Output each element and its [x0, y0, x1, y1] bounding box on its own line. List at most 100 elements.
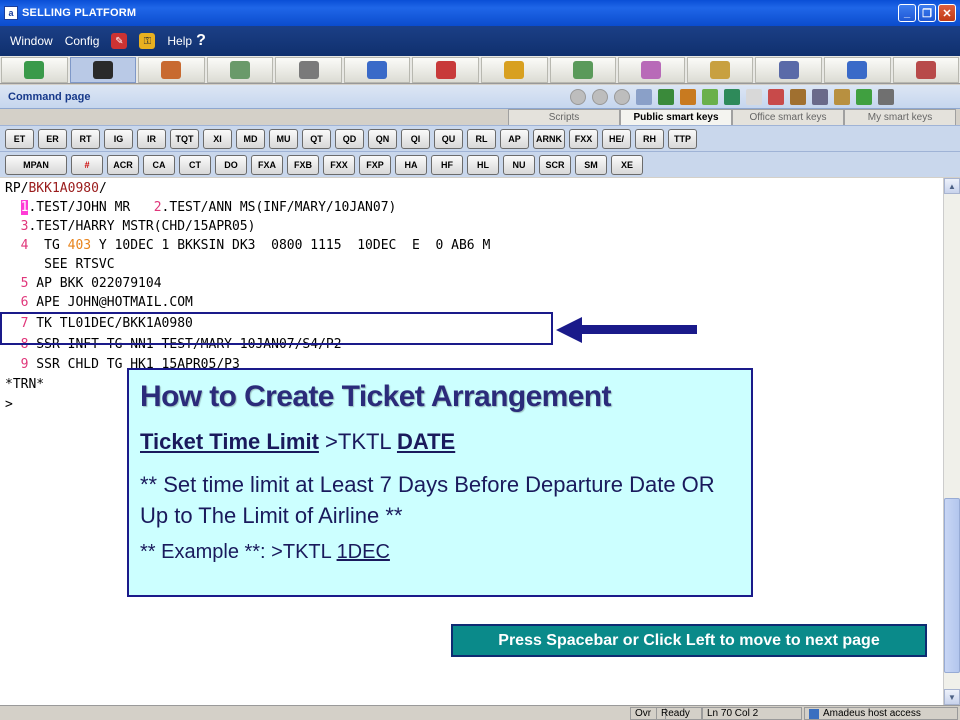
menu-help[interactable]: Help [167, 34, 192, 48]
notes-icon [641, 60, 662, 79]
scroll-down-button[interactable]: ▼ [944, 689, 960, 705]
toolbar-button[interactable] [686, 56, 754, 83]
smart-key-fxp[interactable]: FXP [359, 155, 391, 175]
smart-key-fxx[interactable]: FXX [569, 129, 598, 149]
smart-key-do[interactable]: DO [215, 155, 247, 175]
pen-icon[interactable] [680, 89, 696, 105]
gear-icon [298, 60, 319, 79]
callout-title: How to Create Ticket Arrangement [140, 380, 612, 413]
smart-key-er[interactable]: ER [38, 129, 67, 149]
toolbar-button[interactable] [1, 56, 68, 83]
smart-key-rt[interactable]: RT [71, 129, 100, 149]
terminal-line: SEE RTSVC [5, 257, 115, 272]
smart-key-he[interactable]: HE/ [602, 129, 631, 149]
lock-icon[interactable]: ⚿ [139, 33, 156, 49]
smart-key-fxa[interactable]: FXA [251, 155, 283, 175]
scroll-thumb[interactable] [944, 498, 960, 673]
smart-key-qi[interactable]: QI [401, 129, 430, 149]
smart-key-md[interactable]: MD [236, 129, 265, 149]
close-button[interactable]: ✕ [938, 4, 956, 22]
host-icon [809, 708, 819, 719]
smart-key-hl[interactable]: HL [467, 155, 499, 175]
toolbar-button[interactable] [892, 56, 960, 83]
cube-icon [24, 60, 45, 79]
find-icon[interactable] [768, 89, 784, 105]
toolbar-button[interactable] [549, 56, 617, 83]
highlight-box [0, 312, 553, 345]
minimize-button[interactable]: _ [898, 4, 916, 22]
scroll-up-button[interactable]: ▲ [944, 178, 960, 194]
toolbar-button[interactable] [206, 56, 274, 83]
smart-key-rl[interactable]: RL [467, 129, 496, 149]
smart-key-fxx[interactable]: FXX [323, 155, 355, 175]
help-icon[interactable]: ? [196, 32, 206, 50]
marker-icon[interactable] [856, 89, 872, 105]
toolbar-button[interactable] [823, 56, 891, 83]
title-bar: a SELLING PLATFORM _ ❐ ✕ [0, 0, 960, 26]
smart-key-ha[interactable]: HA [395, 155, 427, 175]
toolbar-button[interactable] [481, 56, 548, 83]
cut-icon[interactable] [790, 89, 806, 105]
smart-key-fxb[interactable]: FXB [287, 155, 319, 175]
smart-key-arnk[interactable]: ARNK [533, 129, 565, 149]
smart-key-acr[interactable]: ACR [107, 155, 139, 175]
menu-config[interactable]: Config [65, 34, 100, 48]
smart-key-ca[interactable]: CA [143, 155, 175, 175]
menu-window[interactable]: Window [10, 34, 53, 48]
toolbar-button[interactable] [275, 56, 342, 83]
smart-key-qu[interactable]: QU [434, 129, 463, 149]
callout-note: ** Set time limit at Least 7 Days Before… [140, 472, 715, 528]
vertical-scrollbar[interactable]: ▲ ▼ [943, 178, 960, 705]
tab-public-smart-keys[interactable]: Public smart keys [620, 109, 732, 125]
paste-icon[interactable] [834, 89, 850, 105]
smart-key-rh[interactable]: RH [635, 129, 664, 149]
smart-key-xi[interactable]: XI [203, 129, 232, 149]
toolbar-button[interactable] [343, 56, 411, 83]
pointer-icon[interactable] [636, 89, 652, 105]
umbrella-icon [504, 60, 525, 79]
smart-key-mu[interactable]: MU [269, 129, 298, 149]
smart-key-hf[interactable]: HF [431, 155, 463, 175]
toolbar-button[interactable] [618, 56, 685, 83]
time-limit-line: Ticket Time Limit >TKTL DATE [140, 429, 456, 454]
next-page-prompt[interactable]: Press Spacebar or Click Left to move to … [451, 624, 927, 657]
smart-key-tqt[interactable]: TQT [170, 129, 199, 149]
smart-key-ct[interactable]: CT [179, 155, 211, 175]
print-icon[interactable] [878, 89, 894, 105]
status-state: Ready [656, 707, 702, 720]
book-icon[interactable] [658, 89, 674, 105]
smart-key-scr[interactable]: SCR [539, 155, 571, 175]
smart-key-ttp[interactable]: TTP [668, 129, 697, 149]
window-title: SELLING PLATFORM [22, 7, 137, 19]
smart-key-et[interactable]: ET [5, 129, 34, 149]
edit-icon[interactable] [702, 89, 718, 105]
play-icon[interactable] [592, 89, 608, 105]
terminal-line: 4 TG 403 Y 10DEC 1 BKKSIN DK3 0800 1115 … [20, 238, 491, 253]
pause-icon[interactable] [570, 89, 586, 105]
tab-scripts[interactable]: Scripts [508, 109, 620, 125]
shortcut-icon[interactable]: ✎ [111, 33, 128, 49]
copy-icon[interactable] [812, 89, 828, 105]
toolbar-button[interactable] [412, 56, 480, 83]
tab-office-smart-keys[interactable]: Office smart keys [732, 109, 844, 125]
smart-key-ig[interactable]: IG [104, 129, 133, 149]
restore-button[interactable]: ❐ [918, 4, 936, 22]
smart-key-sm[interactable]: SM [575, 155, 607, 175]
smart-key-ap[interactable]: AP [500, 129, 529, 149]
smart-key-qd[interactable]: QD [335, 129, 364, 149]
stop-icon[interactable] [614, 89, 630, 105]
toolbar-button[interactable] [138, 56, 205, 83]
columns-icon[interactable] [746, 89, 762, 105]
window-controls: _ ❐ ✕ [898, 4, 956, 22]
tab-my-smart-keys[interactable]: My smart keys [844, 109, 956, 125]
smart-key-mpan[interactable]: MPAN [5, 155, 67, 175]
smart-key-qt[interactable]: QT [302, 129, 331, 149]
toolbar-button[interactable] [755, 56, 822, 83]
smart-key-[interactable]: # [71, 155, 103, 175]
smart-key-qn[interactable]: QN [368, 129, 397, 149]
smart-key-nu[interactable]: NU [503, 155, 535, 175]
toolbar-button[interactable] [69, 56, 137, 83]
smart-key-ir[interactable]: IR [137, 129, 166, 149]
list-icon[interactable] [724, 89, 740, 105]
smart-key-xe[interactable]: XE [611, 155, 643, 175]
